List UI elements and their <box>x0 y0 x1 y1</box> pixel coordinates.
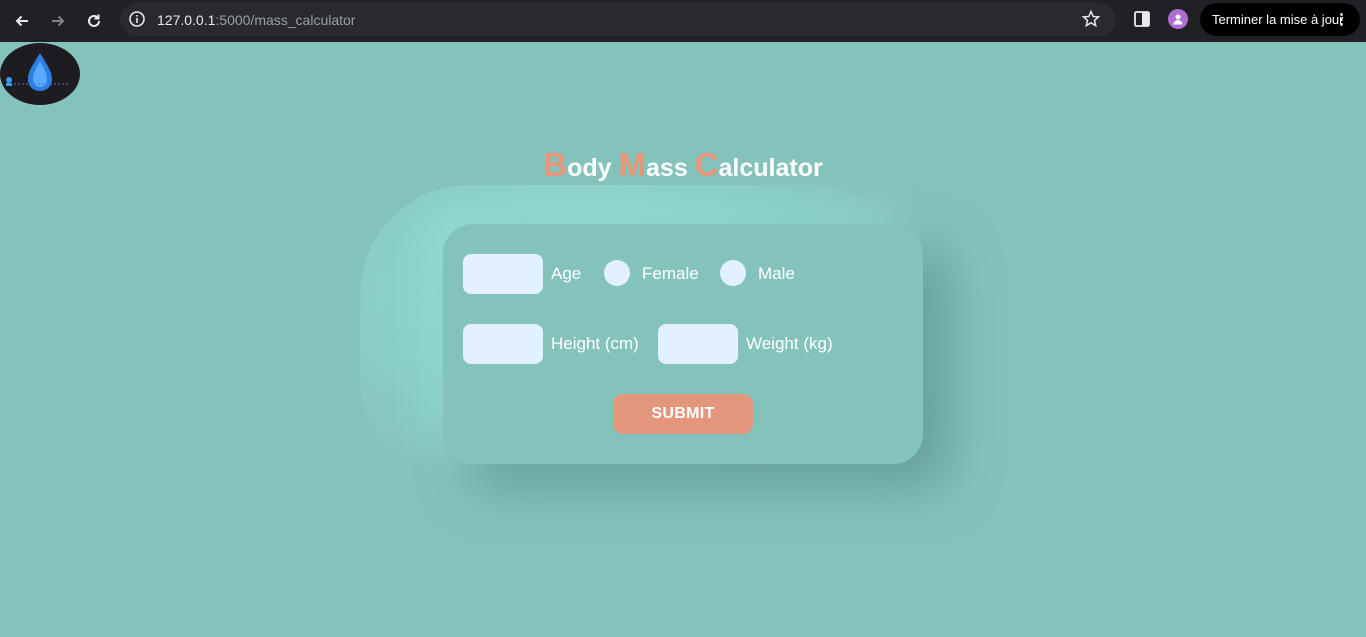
weight-input[interactable] <box>658 324 738 364</box>
male-radio[interactable] <box>720 260 746 286</box>
url-host: 127.0.0.1 <box>157 12 216 28</box>
page-title: Body Mass Calculator <box>0 146 1366 184</box>
back-button[interactable] <box>8 7 36 35</box>
height-input[interactable] <box>463 324 543 364</box>
title-part-calculator: alculator <box>718 154 823 182</box>
logo-drop-icon <box>6 53 70 91</box>
title-initial-m: M <box>618 146 647 183</box>
title-part-body: ody <box>567 154 619 182</box>
address-bar[interactable]: 127.0.0.1:5000/mass_calculator <box>120 3 1116 36</box>
side-panel-icon[interactable] <box>1133 10 1151 28</box>
height-label: Height (cm) <box>551 334 639 353</box>
update-label: Terminer la mise à jour <box>1212 12 1344 27</box>
age-input[interactable] <box>463 254 543 294</box>
title-part-mass: ass <box>646 154 695 182</box>
female-radio[interactable] <box>604 260 630 286</box>
age-label: Age <box>551 264 582 283</box>
weight-label: Weight (kg) <box>746 334 833 353</box>
profile-avatar-icon[interactable] <box>1168 9 1188 29</box>
bookmark-star-icon[interactable] <box>1081 9 1101 29</box>
menu-dots-icon[interactable]: ⋮ <box>1334 3 1349 36</box>
arrow-right-icon <box>52 15 65 27</box>
male-label: Male <box>758 264 795 283</box>
url-text: 127.0.0.1:5000/mass_calculator <box>157 12 355 28</box>
forward-button[interactable] <box>44 7 72 35</box>
arrow-left-icon <box>15 15 28 27</box>
browser-toolbar: 127.0.0.1:5000/mass_calculator Terminer … <box>0 0 1366 42</box>
reload-button[interactable] <box>80 7 108 35</box>
url-path: :5000/mass_calculator <box>215 12 356 28</box>
submit-button[interactable]: SUBMIT <box>613 394 753 434</box>
reload-icon <box>88 14 100 27</box>
title-initial-b: B <box>543 146 568 183</box>
update-button[interactable]: Terminer la mise à jour ⋮ <box>1200 3 1360 36</box>
site-info-icon[interactable] <box>128 10 146 28</box>
title-initial-c: C <box>694 146 719 183</box>
female-label: Female <box>642 264 699 283</box>
site-logo[interactable] <box>0 43 80 105</box>
